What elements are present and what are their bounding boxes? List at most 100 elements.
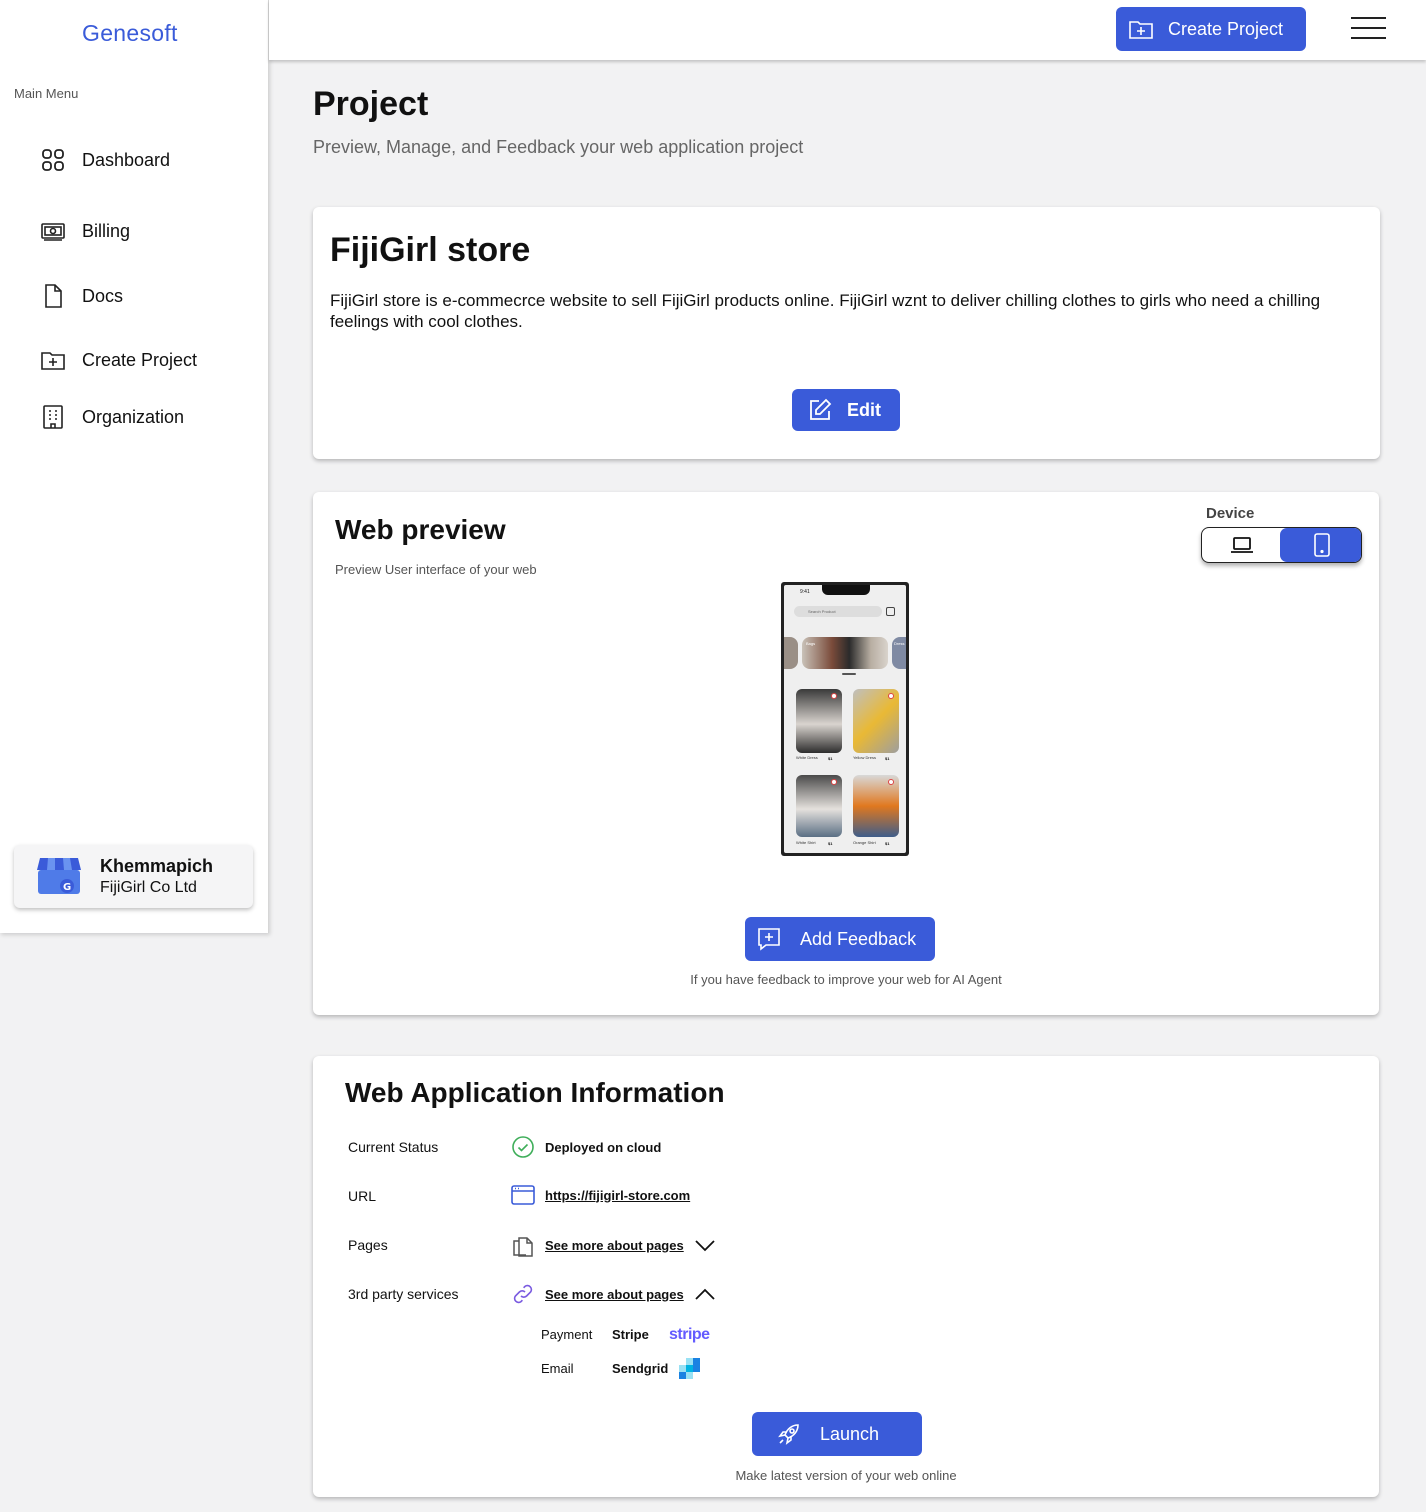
sidebar-item-label: Dashboard — [82, 149, 171, 170]
phone-bag-icon — [886, 607, 895, 616]
phone-product-price: $1 — [885, 756, 890, 761]
building-icon — [43, 405, 63, 429]
cash-icon — [41, 223, 65, 241]
sidebar-item-dashboard[interactable]: Dashboard — [40, 147, 170, 173]
phone-product-name: White Shirt — [796, 840, 816, 845]
feedback-note: If you have feedback to improve your web… — [690, 972, 1002, 987]
launch-note: Make latest version of your web online — [735, 1468, 957, 1483]
user-name: Khemmapich — [100, 856, 214, 876]
service-name: Sendgrid — [612, 1361, 669, 1376]
page-subtitle: Preview, Manage, and Feedback your web a… — [313, 137, 804, 157]
phone-banner-left — [784, 637, 798, 669]
top-bar: Create Project — [269, 0, 1426, 60]
phone-product-name: Orange Shirt — [853, 840, 876, 845]
url-link[interactable]: https://fijigirl-store.com — [545, 1188, 690, 1203]
documents-icon — [513, 1237, 533, 1257]
project-name: FijiGirl store — [330, 231, 531, 269]
sidebar-item-label: Organization — [82, 406, 185, 427]
web-app-info-card: Web Application Information Current Stat… — [313, 1056, 1379, 1497]
phone-banner-label: Dress — [894, 641, 905, 646]
service-name: Stripe — [612, 1327, 649, 1342]
laptop-icon — [1231, 537, 1253, 553]
page-title: Project — [313, 85, 429, 123]
url-label: URL — [348, 1188, 377, 1204]
web-preview-card: Web preview Preview User interface of yo… — [313, 492, 1379, 1015]
stripe-logo: stripe — [669, 1326, 710, 1343]
create-project-button[interactable]: Create Project — [1116, 7, 1306, 51]
pages-value: See more about pages — [511, 1233, 716, 1257]
info-title: Web Application Information — [345, 1077, 725, 1108]
mobile-preview-screen: 9:41 Search Product Bags Dress White Dre… — [784, 585, 906, 853]
sidebar: Genesoft Main Menu Dashboard Billing Doc… — [0, 0, 269, 933]
edit-label: Edit — [847, 399, 881, 420]
sidebar-item-docs[interactable]: Docs — [40, 283, 123, 309]
grid-icon — [42, 149, 64, 171]
sidebar-item-billing[interactable]: Billing — [40, 218, 130, 244]
phone-notch — [822, 585, 870, 595]
heart-icon — [888, 779, 894, 785]
web-preview-title: Web preview — [335, 514, 506, 545]
user-organization: FijiGirl Co Ltd — [100, 879, 197, 896]
sidebar-item-create-project[interactable]: Create Project — [40, 347, 197, 373]
status-label: Current Status — [348, 1139, 439, 1155]
device-desktop-option[interactable] — [1202, 528, 1282, 562]
link-icon — [513, 1284, 533, 1304]
check-circle-icon — [512, 1136, 534, 1158]
services-label: 3rd party services — [348, 1286, 459, 1302]
launch-label: Launch — [820, 1423, 880, 1444]
create-project-label: Create Project — [1168, 18, 1284, 39]
status-text: Deployed on cloud — [545, 1139, 662, 1155]
phone-product-price: $1 — [828, 756, 833, 761]
chevron-up-icon[interactable] — [694, 1287, 716, 1301]
edit-button[interactable]: Edit — [792, 389, 900, 431]
store-avatar-icon: G — [37, 858, 81, 894]
pages-label: Pages — [348, 1237, 388, 1253]
folder-plus-icon — [1129, 21, 1153, 39]
sidebar-item-organization[interactable]: Organization — [40, 404, 184, 430]
heart-icon — [888, 693, 894, 699]
launch-button[interactable]: Launch — [752, 1412, 922, 1456]
url-value: https://fijigirl-store.com — [511, 1184, 690, 1206]
phone-product-name: Yellow Dress — [853, 755, 876, 760]
phone-time: 9:41 — [800, 589, 810, 595]
status-value: Deployed on cloud — [511, 1135, 661, 1159]
user-card[interactable]: G Khemmapich FijiGirl Co Ltd — [14, 845, 253, 908]
folder-plus-icon — [41, 352, 65, 370]
heart-icon — [831, 779, 837, 785]
message-plus-icon — [758, 928, 780, 951]
services-link[interactable]: See more about pages — [545, 1287, 684, 1302]
sidebar-item-label: Billing — [82, 220, 131, 241]
sidebar-item-label: Docs — [82, 285, 124, 306]
phone-banner-label: Bags — [806, 641, 816, 646]
mobile-preview-frame[interactable]: 9:41 Search Product Bags Dress White Dre… — [781, 582, 909, 856]
rocket-icon — [778, 1424, 799, 1445]
mobile-icon — [1313, 533, 1330, 557]
service-type: Payment — [541, 1327, 593, 1342]
edit-icon — [810, 398, 832, 420]
project-card: FijiGirl store FijiGirl store is e-comme… — [313, 207, 1380, 459]
chevron-down-icon[interactable] — [694, 1238, 716, 1252]
document-icon — [45, 284, 62, 308]
web-preview-subtitle: Preview User interface of your web — [335, 562, 537, 577]
device-label: Device — [1206, 505, 1255, 522]
browser-window-icon — [511, 1185, 535, 1205]
phone-banner-dots — [842, 673, 856, 675]
add-feedback-button[interactable]: Add Feedback — [745, 917, 935, 961]
project-description: FijiGirl store is e-commecrce website to… — [330, 291, 1321, 331]
services-value: See more about pages — [511, 1282, 716, 1306]
device-toggle — [1201, 527, 1362, 563]
service-type: Email — [541, 1361, 574, 1376]
phone-search-bar: Search Product — [794, 606, 882, 617]
heart-icon — [831, 693, 837, 699]
brand-logo[interactable]: Genesoft — [82, 20, 178, 47]
phone-product-price: $1 — [828, 841, 833, 846]
hamburger-menu-icon[interactable] — [1351, 17, 1386, 41]
pages-link[interactable]: See more about pages — [545, 1238, 684, 1253]
sendgrid-logo — [679, 1358, 700, 1379]
phone-product-price: $1 — [885, 841, 890, 846]
phone-product-name: White Dress — [796, 755, 818, 760]
main-menu-caption: Main Menu — [14, 86, 79, 101]
sidebar-item-label: Create Project — [82, 349, 198, 370]
add-feedback-label: Add Feedback — [800, 928, 917, 949]
device-mobile-option[interactable] — [1280, 528, 1361, 562]
